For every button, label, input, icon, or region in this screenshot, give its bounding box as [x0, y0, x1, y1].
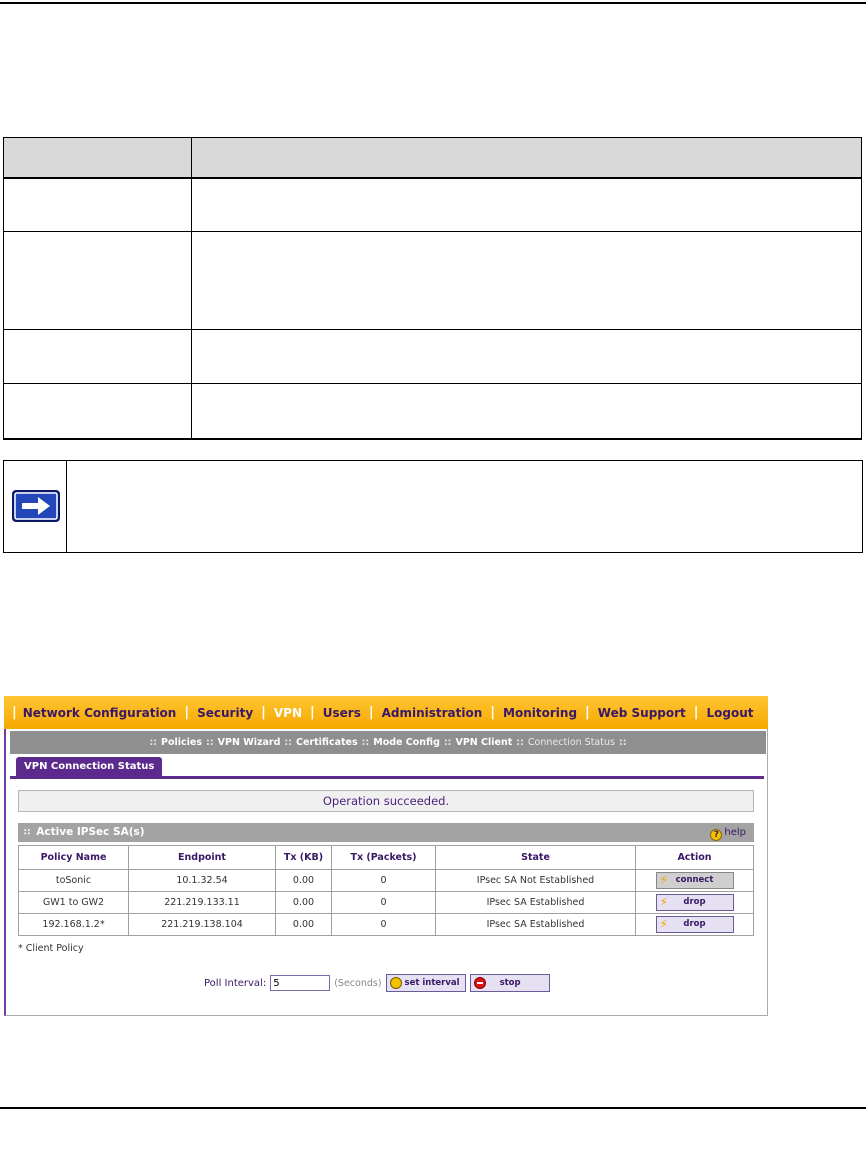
- nav-separator: |: [12, 705, 17, 720]
- subnav-mode-config[interactable]: Mode Config: [373, 737, 440, 748]
- help-label: help: [724, 827, 746, 838]
- nav-administration[interactable]: Administration: [382, 706, 483, 720]
- sub-navigation: :: Policies :: VPN Wizard :: Certificate…: [10, 731, 766, 754]
- lightning-icon: ⚡: [659, 895, 668, 909]
- tx-kb: 0.00: [275, 913, 332, 936]
- table-header-cell: [3, 137, 192, 179]
- description-table: [3, 137, 862, 440]
- subnav-vpn-wizard[interactable]: VPN Wizard: [218, 737, 281, 748]
- nav-separator: |: [310, 705, 315, 720]
- tx-packets: 0: [331, 891, 436, 914]
- sa-table-header: Policy Name Endpoint Tx (KB) Tx (Packets…: [18, 845, 754, 870]
- nav-separator: |: [368, 705, 374, 720]
- poll-unit-label: (Seconds): [334, 977, 382, 989]
- client-policy-note: * Client Policy: [18, 943, 84, 954]
- table-row: [3, 383, 862, 440]
- table-row: [3, 329, 862, 384]
- table-header-row: [3, 137, 862, 179]
- tab-bar: VPN Connection Status: [10, 757, 766, 777]
- policy-name: GW1 to GW2: [18, 891, 129, 914]
- col-policy-name: Policy Name: [18, 845, 129, 870]
- col-action: Action: [635, 845, 754, 870]
- nav-separator: |: [490, 705, 496, 720]
- tx-kb: 0.00: [275, 891, 332, 914]
- subnav-separator: ::: [516, 737, 524, 748]
- active-sa-table: Policy Name Endpoint Tx (KB) Tx (Packets…: [18, 845, 754, 936]
- nav-network-configuration[interactable]: Network Configuration: [23, 706, 177, 720]
- subnav-connection-status[interactable]: Connection Status: [528, 737, 615, 748]
- tab-vpn-connection-status[interactable]: VPN Connection Status: [16, 757, 163, 777]
- subnav-separator: ::: [443, 737, 452, 748]
- grip-icon: ∷: [24, 828, 31, 838]
- poll-interval-label: Poll Interval:: [204, 977, 267, 989]
- tx-packets: 0: [331, 913, 436, 936]
- tab-underline: [10, 776, 764, 779]
- top-rule: [0, 2, 866, 4]
- table-header-cell: [191, 137, 862, 179]
- endpoint: 221.219.138.104: [128, 913, 276, 936]
- drop-button[interactable]: ⚡ drop: [655, 894, 734, 911]
- bottom-rule: [0, 1107, 866, 1109]
- col-tx-packets: Tx (Packets): [331, 845, 436, 870]
- subnav-separator: ::: [206, 737, 214, 748]
- state: IPsec SA Not Established: [435, 869, 636, 892]
- stop-icon: [473, 977, 486, 989]
- note-icon-cell: [4, 461, 67, 552]
- clock-icon: [389, 977, 402, 989]
- policy-name: 192.168.1.2*: [18, 913, 129, 936]
- table-row: 192.168.1.2* 221.219.138.104 0.00 0 IPse…: [18, 913, 754, 936]
- help-link[interactable]: ? help: [710, 823, 746, 842]
- subnav-separator: ::: [284, 737, 292, 748]
- nav-security[interactable]: Security: [197, 706, 253, 720]
- poll-interval-input[interactable]: [270, 975, 331, 991]
- endpoint: 10.1.32.54: [128, 869, 276, 892]
- nav-vpn[interactable]: VPN: [274, 706, 302, 720]
- policy-name: toSonic: [18, 869, 129, 892]
- table-row: [3, 177, 862, 232]
- tx-kb: 0.00: [275, 869, 332, 892]
- note-box: [3, 460, 863, 553]
- nav-separator: |: [693, 705, 699, 720]
- nav-users[interactable]: Users: [323, 706, 361, 720]
- drop-button[interactable]: ⚡ drop: [655, 916, 734, 933]
- col-tx-kb: Tx (KB): [275, 845, 332, 870]
- set-interval-button[interactable]: set interval: [385, 974, 466, 992]
- subnav-separator: ::: [361, 737, 370, 748]
- nav-separator: |: [184, 705, 190, 720]
- subnav-vpn-client[interactable]: VPN Client: [455, 737, 512, 748]
- subnav-separator: ::: [149, 737, 158, 748]
- top-navigation: | Network Configuration | Security | VPN…: [4, 696, 768, 729]
- active-sa-header: ∷ Active IPSec SA(s) ? help: [18, 823, 754, 842]
- connect-button[interactable]: ⚡ connect: [655, 872, 734, 889]
- question-icon: ?: [710, 829, 723, 841]
- table-row: toSonic 10.1.32.54 0.00 0 IPsec SA Not E…: [18, 869, 754, 892]
- lightning-icon: ⚡: [659, 873, 668, 887]
- stop-button[interactable]: stop: [469, 974, 550, 992]
- col-state: State: [435, 845, 636, 870]
- state: IPsec SA Established: [435, 913, 636, 936]
- state: IPsec SA Established: [435, 891, 636, 914]
- lightning-icon: ⚡: [659, 917, 668, 931]
- nav-web-support[interactable]: Web Support: [598, 706, 686, 720]
- nav-logout[interactable]: Logout: [707, 706, 754, 720]
- endpoint: 221.219.133.11: [128, 891, 276, 914]
- right-arrow-icon: [12, 490, 60, 522]
- nav-separator: |: [585, 705, 590, 720]
- nav-monitoring[interactable]: Monitoring: [503, 706, 577, 720]
- subnav-separator: ::: [618, 737, 627, 748]
- table-row: GW1 to GW2 221.219.133.11 0.00 0 IPsec S…: [18, 891, 754, 914]
- section-title: Active IPSec SA(s): [36, 826, 145, 838]
- status-message: Operation succeeded.: [18, 790, 754, 812]
- table-row: [3, 231, 862, 330]
- tx-packets: 0: [331, 869, 436, 892]
- nav-separator: |: [261, 705, 266, 720]
- col-endpoint: Endpoint: [128, 845, 276, 870]
- subnav-certificates[interactable]: Certificates: [296, 737, 358, 748]
- subnav-policies[interactable]: Policies: [161, 737, 202, 748]
- poll-interval-row: Poll Interval: (Seconds) set interval st…: [204, 974, 554, 992]
